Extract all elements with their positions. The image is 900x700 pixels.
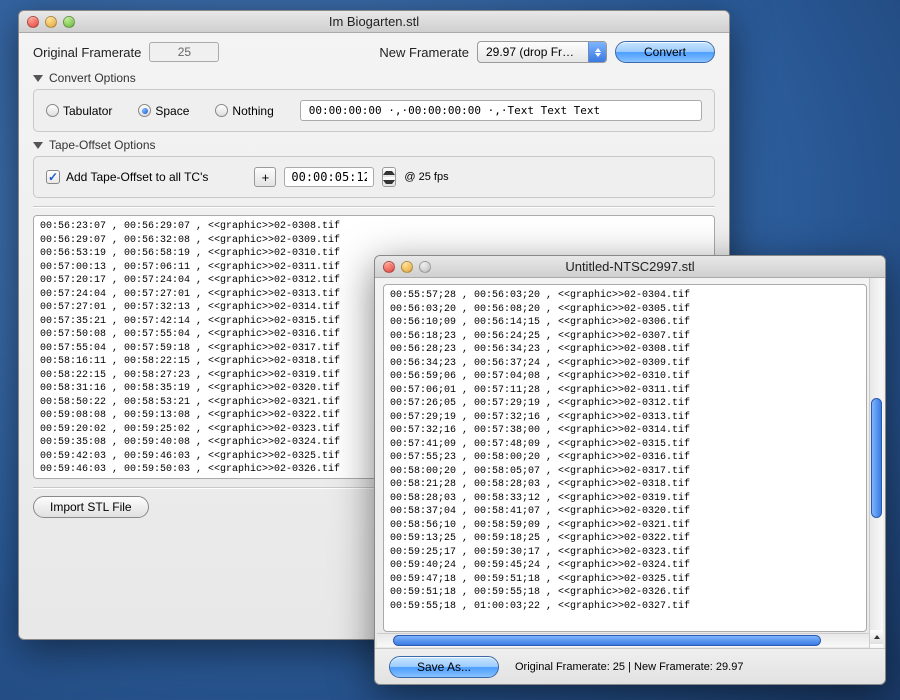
offset-time-field[interactable]	[284, 167, 374, 187]
output-window: Untitled-NTSC2997.stl 00:55:57;28 , 00:5…	[374, 255, 886, 685]
import-stl-button[interactable]: Import STL File	[33, 496, 149, 518]
convert-button[interactable]: Convert	[615, 41, 715, 63]
triangle-down-icon	[33, 142, 43, 149]
scroll-thumb[interactable]	[871, 398, 882, 518]
titlebar[interactable]: Untitled-NTSC2997.stl	[375, 256, 885, 278]
new-framerate-select[interactable]: 29.97 (drop Fr…	[477, 41, 607, 63]
radio-nothing[interactable]: Nothing	[215, 104, 273, 118]
offset-stepper[interactable]	[382, 167, 396, 187]
scroll-up-icon[interactable]	[870, 630, 883, 644]
offset-sign-button[interactable]: +	[254, 167, 276, 187]
separator-sample: 00:00:00:00 ·,·00:00:00:00 ·,·Text Text …	[300, 100, 702, 121]
new-framerate-label: New Framerate	[379, 45, 469, 60]
zoom-icon	[419, 261, 431, 273]
stepper-down-icon[interactable]	[383, 177, 395, 186]
save-as-button[interactable]: Save As...	[389, 656, 499, 678]
original-framerate-label: Original Framerate	[33, 45, 141, 60]
convert-options-group: Tabulator Space Nothing 00:00:00:00 ·,·0…	[33, 89, 715, 132]
window-title: Untitled-NTSC2997.stl	[375, 259, 885, 274]
original-framerate-field	[149, 42, 219, 62]
new-framerate-value: 29.97 (drop Fr…	[486, 45, 574, 59]
radio-space[interactable]: Space	[138, 104, 189, 118]
titlebar[interactable]: Im Biogarten.stl	[19, 11, 729, 33]
close-icon[interactable]	[27, 16, 39, 28]
traffic-lights	[375, 261, 431, 273]
footer: Save As... Original Framerate: 25 | New …	[375, 648, 885, 684]
minimize-icon[interactable]	[401, 261, 413, 273]
tape-offset-group: Add Tape-Offset to all TC's + @ 25 fps	[33, 156, 715, 198]
select-arrows-icon	[588, 42, 606, 62]
minimize-icon[interactable]	[45, 16, 57, 28]
convert-options-disclosure[interactable]: Convert Options	[33, 71, 715, 85]
status-label: Original Framerate: 25 | New Framerate: …	[515, 661, 743, 673]
add-tape-offset-checkbox[interactable]: Add Tape-Offset to all TC's	[46, 170, 208, 184]
convert-options-label: Convert Options	[49, 71, 136, 85]
output-list[interactable]: 00:55:57;28 , 00:56:03;20 , <<graphic>>0…	[383, 284, 867, 632]
triangle-down-icon	[33, 75, 43, 82]
tape-offset-label: Tape-Offset Options	[49, 138, 156, 152]
traffic-lights	[19, 16, 75, 28]
divider	[33, 206, 715, 207]
checkbox-icon	[46, 170, 60, 184]
tape-offset-disclosure[interactable]: Tape-Offset Options	[33, 138, 715, 152]
scroll-thumb[interactable]	[393, 635, 821, 646]
vertical-scrollbar[interactable]	[869, 278, 883, 658]
horizontal-scrollbar[interactable]	[377, 633, 869, 647]
window-title: Im Biogarten.stl	[19, 14, 729, 29]
fps-suffix-label: @ 25 fps	[404, 171, 448, 183]
radio-tabulator[interactable]: Tabulator	[46, 104, 112, 118]
zoom-icon[interactable]	[63, 16, 75, 28]
close-icon[interactable]	[383, 261, 395, 273]
stepper-up-icon[interactable]	[383, 168, 395, 177]
